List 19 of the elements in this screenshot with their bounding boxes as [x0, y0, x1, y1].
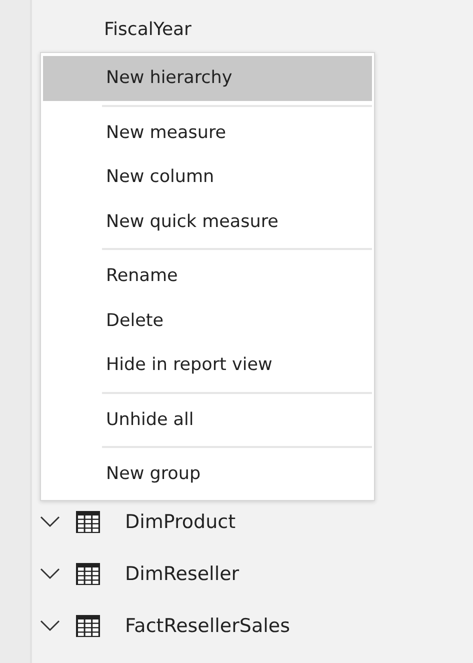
table-name[interactable]: DimProduct [125, 511, 236, 533]
chevron-down-icon[interactable] [40, 620, 60, 632]
menu-item[interactable]: Rename [43, 254, 372, 298]
menu-item[interactable]: New measure [43, 110, 372, 155]
menu-item[interactable]: Delete [43, 298, 372, 343]
field-label[interactable]: FiscalYear [104, 19, 192, 40]
chevron-down-icon[interactable] [40, 516, 60, 528]
table-icon [76, 563, 100, 585]
table-name[interactable]: FactResellerSales [125, 615, 290, 637]
menu-item[interactable]: New quick measure [43, 200, 372, 244]
table-name[interactable]: DimReseller [125, 563, 240, 585]
menu-item[interactable]: Hide in report view [43, 343, 372, 388]
table-icon [76, 615, 100, 637]
menu-item[interactable]: Unhide all [43, 398, 372, 442]
chevron-down-icon[interactable] [40, 568, 60, 580]
table-icon [76, 511, 100, 533]
menu-item[interactable]: New column [43, 155, 372, 200]
menu-item[interactable]: New group [43, 452, 372, 496]
menu-item[interactable]: New hierarchy [43, 56, 372, 100]
